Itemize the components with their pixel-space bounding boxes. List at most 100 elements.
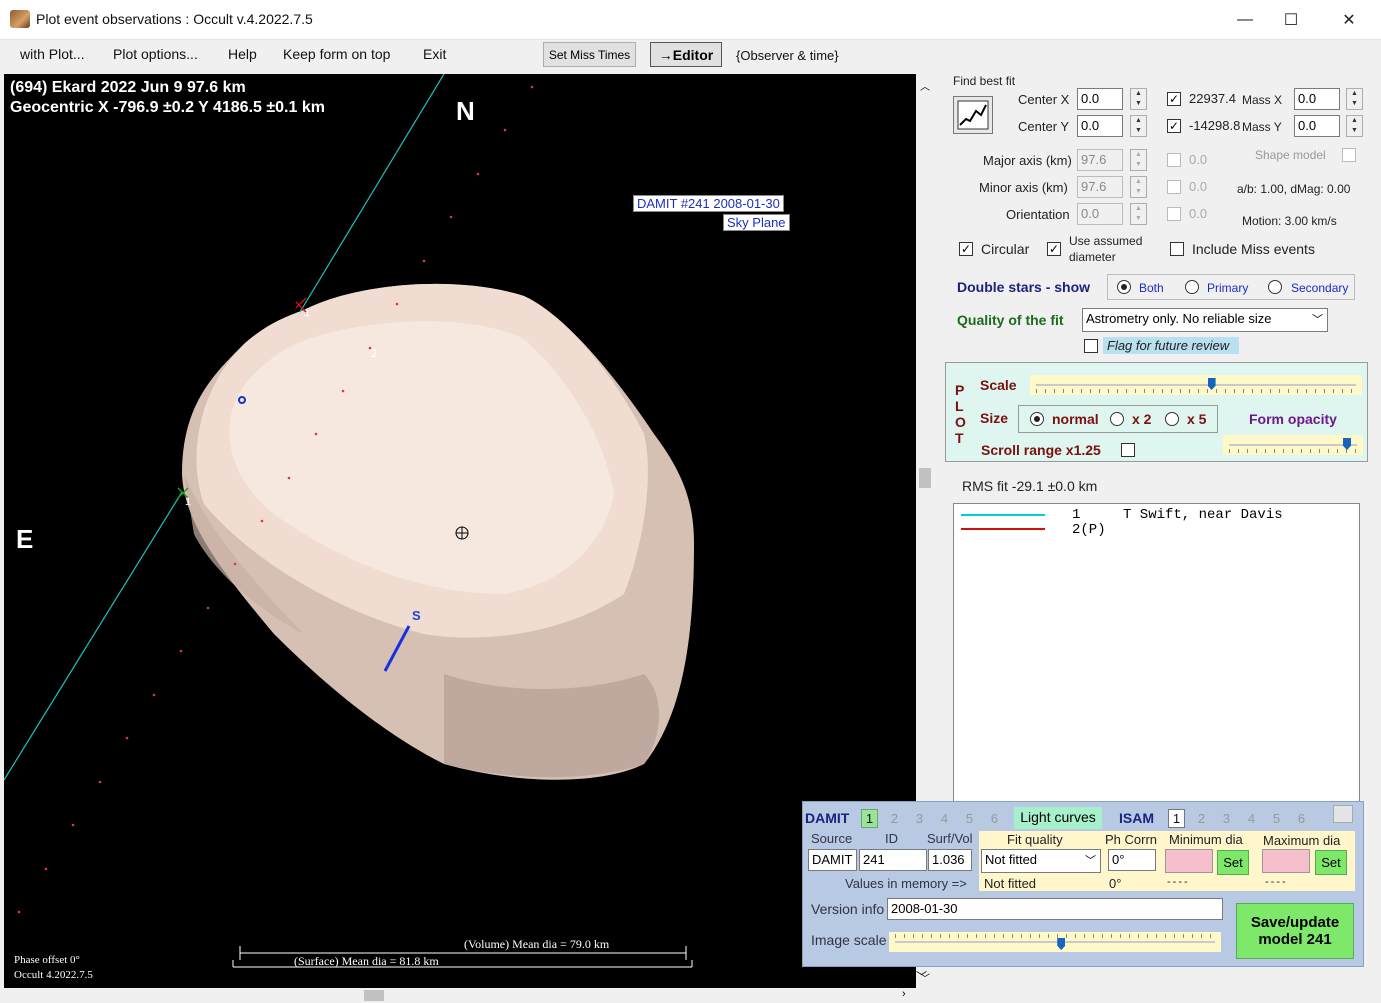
isam-model-3[interactable]: 3 — [1218, 809, 1235, 828]
center-x-input[interactable]: 0.0 — [1077, 88, 1123, 110]
shape-model-checkbox[interactable] — [1342, 148, 1356, 162]
orientation-fit-value: 0.0 — [1189, 206, 1208, 221]
minimize-button[interactable]: — — [1222, 0, 1268, 40]
menu-plot-options[interactable]: Plot options... — [113, 46, 198, 62]
id-input[interactable]: 241 — [859, 849, 927, 871]
orientation-fit-checkbox[interactable] — [1167, 207, 1181, 221]
center-y-input[interactable]: 0.0 — [1077, 115, 1123, 137]
opacity-slider[interactable] — [1223, 435, 1363, 455]
quality-label: Quality of the fit — [957, 312, 1064, 328]
scroll-up-icon[interactable]: ︿ — [920, 78, 930, 93]
max-dia-label: Maximum dia — [1263, 833, 1341, 848]
mass-y-input[interactable]: 0.0 — [1294, 115, 1340, 137]
light-curves-button[interactable]: Light curves — [1014, 807, 1102, 829]
damit-model-2[interactable]: 2 — [886, 809, 903, 828]
mass-x-checkbox[interactable]: ✓ — [1167, 92, 1181, 106]
chord-number-2: 2 — [371, 348, 378, 360]
hscroll-thumb[interactable] — [364, 990, 384, 1001]
damit-model-4[interactable]: 4 — [936, 809, 953, 828]
orientation-spinner[interactable]: ▲ ▼ — [1130, 203, 1147, 225]
both-radio[interactable] — [1117, 280, 1131, 294]
window-title: Plot event observations : Occult v.4.202… — [36, 11, 313, 27]
mass-x-input[interactable]: 0.0 — [1294, 88, 1340, 110]
motion-text: Motion: 3.00 km/s — [1242, 214, 1337, 228]
chord-number-1b: 1 — [185, 496, 192, 508]
isam-model-5[interactable]: 5 — [1268, 809, 1285, 828]
primary-radio[interactable] — [1185, 280, 1199, 294]
observer-2-color — [961, 528, 1045, 530]
version-info-label: Version info — [811, 901, 885, 917]
major-fit-checkbox[interactable] — [1167, 153, 1181, 167]
diameter-label: diameter — [1069, 250, 1116, 264]
panel-scroll-down-icon[interactable]: ﹀ — [916, 968, 927, 984]
mass-x-spinner[interactable]: ▲ ▼ — [1346, 88, 1363, 110]
scale-slider[interactable] — [1030, 375, 1362, 395]
max-dia-box[interactable] — [1262, 849, 1310, 873]
use-assumed-checkbox[interactable]: ✓ — [1047, 242, 1061, 256]
set-miss-times-button[interactable]: Set Miss Times — [543, 42, 636, 67]
flag-review-checkbox[interactable] — [1084, 339, 1098, 353]
isam-model-2[interactable]: 2 — [1193, 809, 1210, 828]
mass-y-checkbox[interactable]: ✓ — [1167, 119, 1181, 133]
image-scale-thumb[interactable] — [1057, 938, 1066, 950]
center-y-spinner[interactable]: ▲ ▼ — [1130, 115, 1147, 137]
menu-keep-on-top[interactable]: Keep form on top — [283, 46, 390, 62]
size-x5-radio[interactable] — [1165, 412, 1179, 426]
size-x2-radio[interactable] — [1110, 412, 1124, 426]
min-dia-box[interactable] — [1165, 849, 1213, 873]
chevron-down-icon: ﹀ — [1312, 314, 1323, 326]
version-info-input[interactable]: 2008-01-30 — [887, 898, 1223, 920]
scroll-range-label: Scroll range x1.25 — [981, 442, 1101, 458]
scroll-right-icon[interactable]: › — [902, 988, 906, 1000]
scroll-range-checkbox[interactable] — [1121, 443, 1135, 457]
close-button[interactable]: ✕ — [1326, 0, 1372, 40]
observer-list[interactable]: 1 T Swift, near Davis 2(P) — [953, 503, 1360, 808]
source-input[interactable]: DAMIT — [808, 849, 857, 871]
image-scale-slider[interactable] — [889, 932, 1221, 952]
observer-time-menu[interactable]: {Observer & time} — [736, 48, 839, 63]
mass-x-label: Mass X — [1242, 93, 1283, 107]
size-normal-radio[interactable] — [1030, 412, 1044, 426]
both-label: Both — [1139, 281, 1164, 295]
menu-exit[interactable]: Exit — [423, 46, 446, 62]
plot-canvas[interactable]: (694) Ekard 2022 Jun 9 97.6 km Geocentri… — [4, 74, 916, 988]
center-x-spinner[interactable]: ▲ ▼ — [1130, 88, 1147, 110]
observer-1-num: 1 — [1072, 507, 1081, 523]
quality-select[interactable]: Astrometry only. No reliable size ﹀ — [1082, 308, 1328, 332]
horizontal-scrollbar[interactable]: › — [4, 988, 916, 1003]
damit-model-6[interactable]: 6 — [986, 809, 1003, 828]
minor-axis-input[interactable]: 97.6 — [1077, 176, 1123, 198]
orientation-input[interactable]: 0.0 — [1077, 203, 1123, 225]
surf-vol-input[interactable]: 1.036 — [928, 849, 972, 871]
fit-quality-select[interactable]: Not fitted ﹀ — [981, 849, 1101, 873]
geocentric-coords: Geocentric X -796.9 ±0.2 Y 4186.5 ±0.1 k… — [10, 99, 325, 116]
ph-corr-input[interactable]: 0° — [1108, 849, 1156, 871]
isam-model-1[interactable]: 1 — [1168, 809, 1185, 828]
scroll-thumb[interactable] — [919, 468, 931, 488]
secondary-label: Secondary — [1291, 281, 1349, 295]
menu-help[interactable]: Help — [228, 46, 257, 62]
min-dia-set-button[interactable]: Set — [1217, 850, 1249, 875]
major-axis-spinner[interactable]: ▲ ▼ — [1130, 149, 1147, 171]
minor-fit-checkbox[interactable] — [1167, 180, 1181, 194]
damit-model-1[interactable]: 1 — [861, 809, 878, 828]
editor-button[interactable]: →Editor — [650, 42, 722, 67]
maximize-button[interactable]: ☐ — [1268, 0, 1314, 40]
max-dia-set-button[interactable]: Set — [1315, 850, 1347, 875]
save-update-model-button[interactable]: Save/update model 241 — [1236, 903, 1354, 959]
secondary-radio[interactable] — [1268, 280, 1282, 294]
major-axis-input[interactable]: 97.6 — [1077, 149, 1123, 171]
damit-model-3[interactable]: 3 — [911, 809, 928, 828]
ab-dmag-text: a/b: 1.00, dMag: 0.00 — [1237, 182, 1351, 196]
mass-y-spinner[interactable]: ▲ ▼ — [1346, 115, 1363, 137]
include-miss-checkbox[interactable] — [1170, 242, 1184, 256]
minor-axis-spinner[interactable]: ▲ ▼ — [1130, 176, 1147, 198]
asteroid-shape — [182, 283, 694, 780]
isam-model-6[interactable]: 6 — [1293, 809, 1310, 828]
damit-model-5[interactable]: 5 — [961, 809, 978, 828]
find-best-fit-button[interactable] — [953, 96, 993, 134]
circular-checkbox[interactable]: ✓ — [959, 242, 973, 256]
menu-with-plot[interactable]: with Plot... — [20, 46, 85, 62]
isam-model-4[interactable]: 4 — [1243, 809, 1260, 828]
damit-extra-button[interactable] — [1333, 805, 1353, 823]
